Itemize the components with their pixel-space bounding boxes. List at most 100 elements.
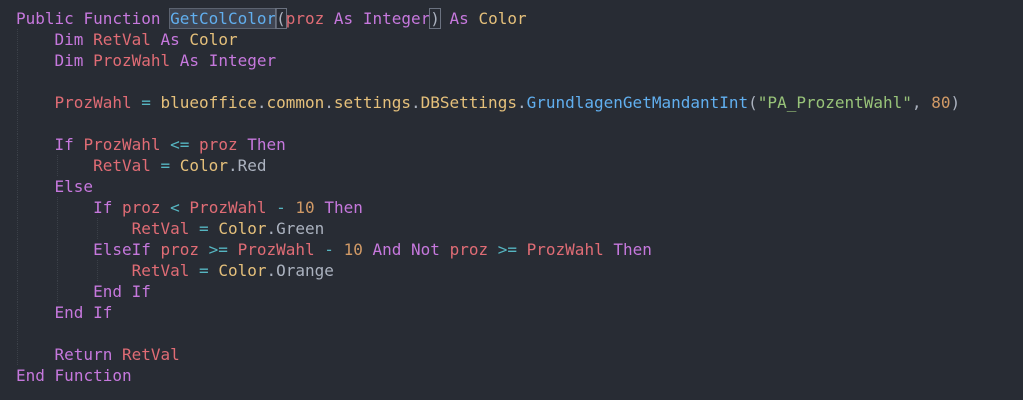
code-token: . [516,93,527,112]
code-token: ProzWahl [237,240,315,259]
code-token: Integer [362,9,431,28]
code-line[interactable]: End If [16,302,1023,323]
code-token: >= [208,240,228,259]
code-line[interactable]: Else [16,176,1023,197]
code-token: proz [449,240,489,259]
code-token: - [324,240,334,259]
code-token: proz [199,135,238,154]
code-token: blueoffice [160,93,257,112]
code-editor[interactable]: Public Function GetColColor(proz As Inte… [0,0,1023,400]
code-token: proz [285,9,325,28]
code-token: < [170,198,180,217]
code-token: And [372,240,402,259]
code-token: <= [170,135,190,154]
code-token: Dim [54,30,84,49]
code-token: As [160,30,180,49]
code-line[interactable]: RetVal = Color.Red [16,155,1023,176]
code-line[interactable]: ​ [16,71,1023,92]
indent-guide [17,71,18,92]
code-line[interactable]: End Function [16,365,1023,386]
code-token: Return [54,345,113,364]
code-token: RetVal [93,30,151,49]
code-token: ProzWahl [526,240,604,259]
code-line[interactable]: ProzWahl = blueoffice.common.settings.DB… [16,92,1023,113]
code-line[interactable]: Dim RetVal As Color [16,29,1023,50]
code-token: Function [83,9,161,28]
code-line[interactable]: ​ [16,113,1023,134]
code-token: End [93,282,122,301]
code-line[interactable]: End If [16,281,1023,302]
code-line[interactable]: If proz < ProzWahl - 10 Then [16,197,1023,218]
code-token: , [911,93,932,112]
code-token: Integer [208,51,277,70]
code-token: RetVal [131,219,190,238]
code-token: ) [950,93,961,112]
code-line[interactable]: ​ [16,323,1023,344]
code-line[interactable]: Dim ProzWahl As Integer [16,50,1023,71]
code-token: Then [613,240,652,259]
code-token: Dim [54,51,84,70]
code-token: ProzWahl [54,93,132,112]
code-token: common [266,93,325,112]
code-token: settings [333,93,411,112]
code-token: ProzWahl [189,198,267,217]
code-line[interactable]: Return RetVal [16,344,1023,365]
code-area[interactable]: Public Function GetColColor(proz As Inte… [16,8,1023,386]
code-token: GetColColor [169,8,278,29]
code-token: If [93,198,113,217]
code-token: "PA_ProzentWahl" [757,93,912,112]
code-token: Color [218,261,267,280]
code-line[interactable]: RetVal = Color.Green [16,218,1023,239]
code-token: RetVal [131,261,190,280]
code-token: - [276,198,286,217]
code-token: GrundlagenGetMandantInt [526,93,749,112]
code-line[interactable]: If ProzWahl <= proz Then [16,134,1023,155]
code-token: 10 [343,240,363,259]
code-token: If [54,135,74,154]
indent-guide [17,323,18,344]
code-token: 10 [295,198,315,217]
code-token: As [449,9,469,28]
code-token: Color [478,9,527,28]
code-line[interactable]: ElseIf proz >= ProzWahl - 10 And Not pro… [16,239,1023,260]
code-token: Green [276,219,325,238]
code-token: = [199,219,209,238]
code-token: = [141,93,151,112]
code-token: ProzWahl [93,51,171,70]
code-token: ProzWahl [83,135,161,154]
code-line[interactable]: Public Function GetColColor(proz As Inte… [16,8,1023,29]
code-token: = [199,261,209,280]
code-token: . [266,219,277,238]
code-token: As [333,9,354,28]
code-token: = [160,156,171,175]
code-line[interactable]: RetVal = Color.Orange [16,260,1023,281]
code-token: . [410,93,421,112]
